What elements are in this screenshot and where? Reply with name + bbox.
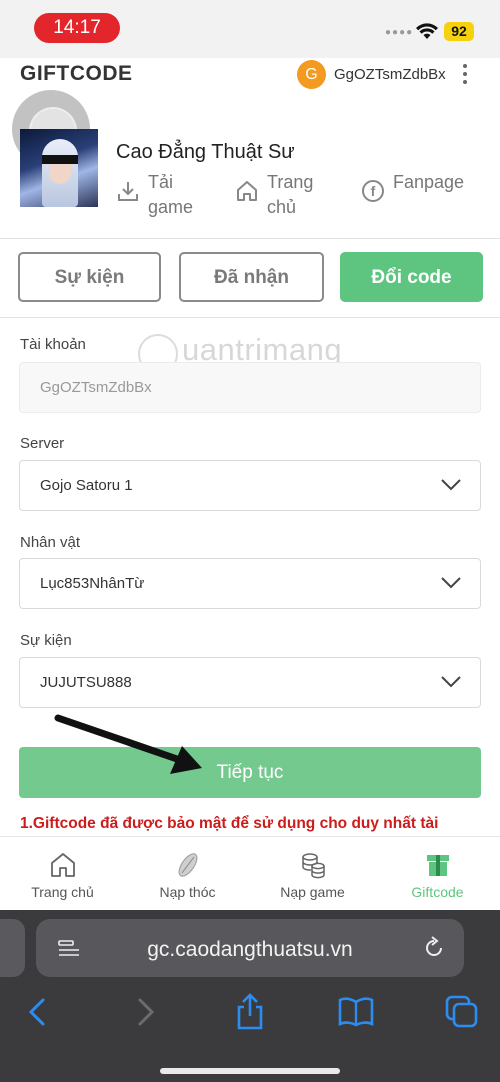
tab-redeem-code[interactable]: Đổi code bbox=[340, 252, 483, 302]
address-bar[interactable]: gc.caodangthuatsu.vn bbox=[36, 919, 464, 977]
coins-icon bbox=[301, 853, 325, 879]
url-text: gc.caodangthuatsu.vn bbox=[147, 938, 353, 961]
annotation-arrow-icon bbox=[54, 714, 202, 774]
nav-top-up-game[interactable]: Nạp game bbox=[250, 837, 375, 911]
bottom-navigation: Trang chủ Nạp thóc Nạp game Giftcode bbox=[0, 836, 500, 910]
download-game-link[interactable]: Tải game bbox=[117, 170, 217, 220]
more-menu-icon[interactable] bbox=[458, 62, 472, 88]
nav-label: Nạp thóc bbox=[159, 884, 216, 900]
wifi-icon bbox=[416, 23, 438, 39]
nav-label: Giftcode bbox=[411, 884, 464, 900]
nav-label: Trang chủ bbox=[31, 884, 94, 900]
server-select[interactable]: Gojo Satoru 1 bbox=[19, 460, 481, 511]
browser-toolbar: gc.caodangthuatsu.vn bbox=[0, 910, 500, 1082]
forward-icon[interactable] bbox=[125, 992, 165, 1032]
site-header: GIFTCODE G GgOZTsmZdbBx bbox=[0, 58, 500, 92]
facebook-icon: f bbox=[362, 180, 384, 202]
gift-box-icon bbox=[426, 855, 449, 876]
link-label-line2: chủ bbox=[267, 197, 297, 217]
event-select[interactable]: JUJUTSU888 bbox=[19, 657, 481, 708]
site-logo[interactable]: GIFTCODE bbox=[20, 62, 133, 86]
chevron-down-icon bbox=[441, 577, 461, 589]
status-time: 14:17 bbox=[34, 13, 120, 43]
home-page-link[interactable]: Trang chủ bbox=[236, 170, 336, 220]
game-title: Cao Đẳng Thuật Sư bbox=[116, 141, 295, 163]
nav-label: Nạp game bbox=[280, 884, 345, 900]
reload-icon[interactable] bbox=[422, 936, 446, 960]
home-indicator bbox=[160, 1068, 340, 1074]
chevron-down-icon bbox=[441, 676, 461, 688]
tab-events[interactable]: Sự kiện bbox=[18, 252, 161, 302]
server-label: Server bbox=[20, 435, 65, 452]
link-label-line1: Tải bbox=[148, 172, 174, 192]
fanpage-link[interactable]: f Fanpage bbox=[362, 170, 482, 220]
divider bbox=[0, 238, 500, 239]
account-value: GgOZTsmZdbBx bbox=[40, 379, 152, 396]
grain-icon bbox=[178, 853, 197, 877]
nav-top-up-grain[interactable]: Nạp thóc bbox=[125, 837, 250, 911]
server-value: Gojo Satoru 1 bbox=[40, 477, 133, 494]
character-label: Nhân vật bbox=[20, 534, 81, 551]
link-label-line2: game bbox=[148, 197, 194, 217]
event-label: Sự kiện bbox=[20, 632, 72, 649]
status-bar: 14:17 ●●●● 92 bbox=[0, 0, 500, 58]
download-icon bbox=[118, 182, 138, 201]
nav-home[interactable]: Trang chủ bbox=[0, 837, 125, 911]
avatar[interactable]: G bbox=[297, 60, 326, 89]
character-value: Lục853NhânTừ bbox=[40, 575, 145, 592]
previous-tab-preview[interactable] bbox=[0, 919, 25, 977]
divider bbox=[0, 317, 500, 318]
game-thumbnail bbox=[20, 129, 98, 207]
event-value: JUJUTSU888 bbox=[40, 674, 132, 691]
nav-giftcode[interactable]: Giftcode bbox=[375, 837, 500, 911]
link-label-line1: Trang bbox=[267, 172, 314, 192]
notice-text: 1.Giftcode đã được bảo mật để sử dụng ch… bbox=[20, 815, 439, 832]
bookmarks-icon[interactable] bbox=[336, 992, 376, 1032]
battery-indicator: 92 bbox=[444, 22, 474, 41]
link-label: Fanpage bbox=[393, 172, 465, 192]
tabs-icon[interactable] bbox=[442, 992, 482, 1032]
signal-icon: ●●●● bbox=[385, 27, 414, 38]
username[interactable]: GgOZTsmZdbBx bbox=[334, 66, 446, 83]
account-label: Tài khoản bbox=[20, 336, 86, 353]
home-icon bbox=[50, 853, 75, 877]
home-icon bbox=[237, 181, 257, 201]
account-field: GgOZTsmZdbBx bbox=[19, 362, 481, 413]
share-icon[interactable] bbox=[230, 992, 270, 1032]
tab-received[interactable]: Đã nhận bbox=[179, 252, 324, 302]
character-select[interactable]: Lục853NhânTừ bbox=[19, 558, 481, 609]
back-icon[interactable] bbox=[18, 992, 58, 1032]
chevron-down-icon bbox=[441, 479, 461, 491]
